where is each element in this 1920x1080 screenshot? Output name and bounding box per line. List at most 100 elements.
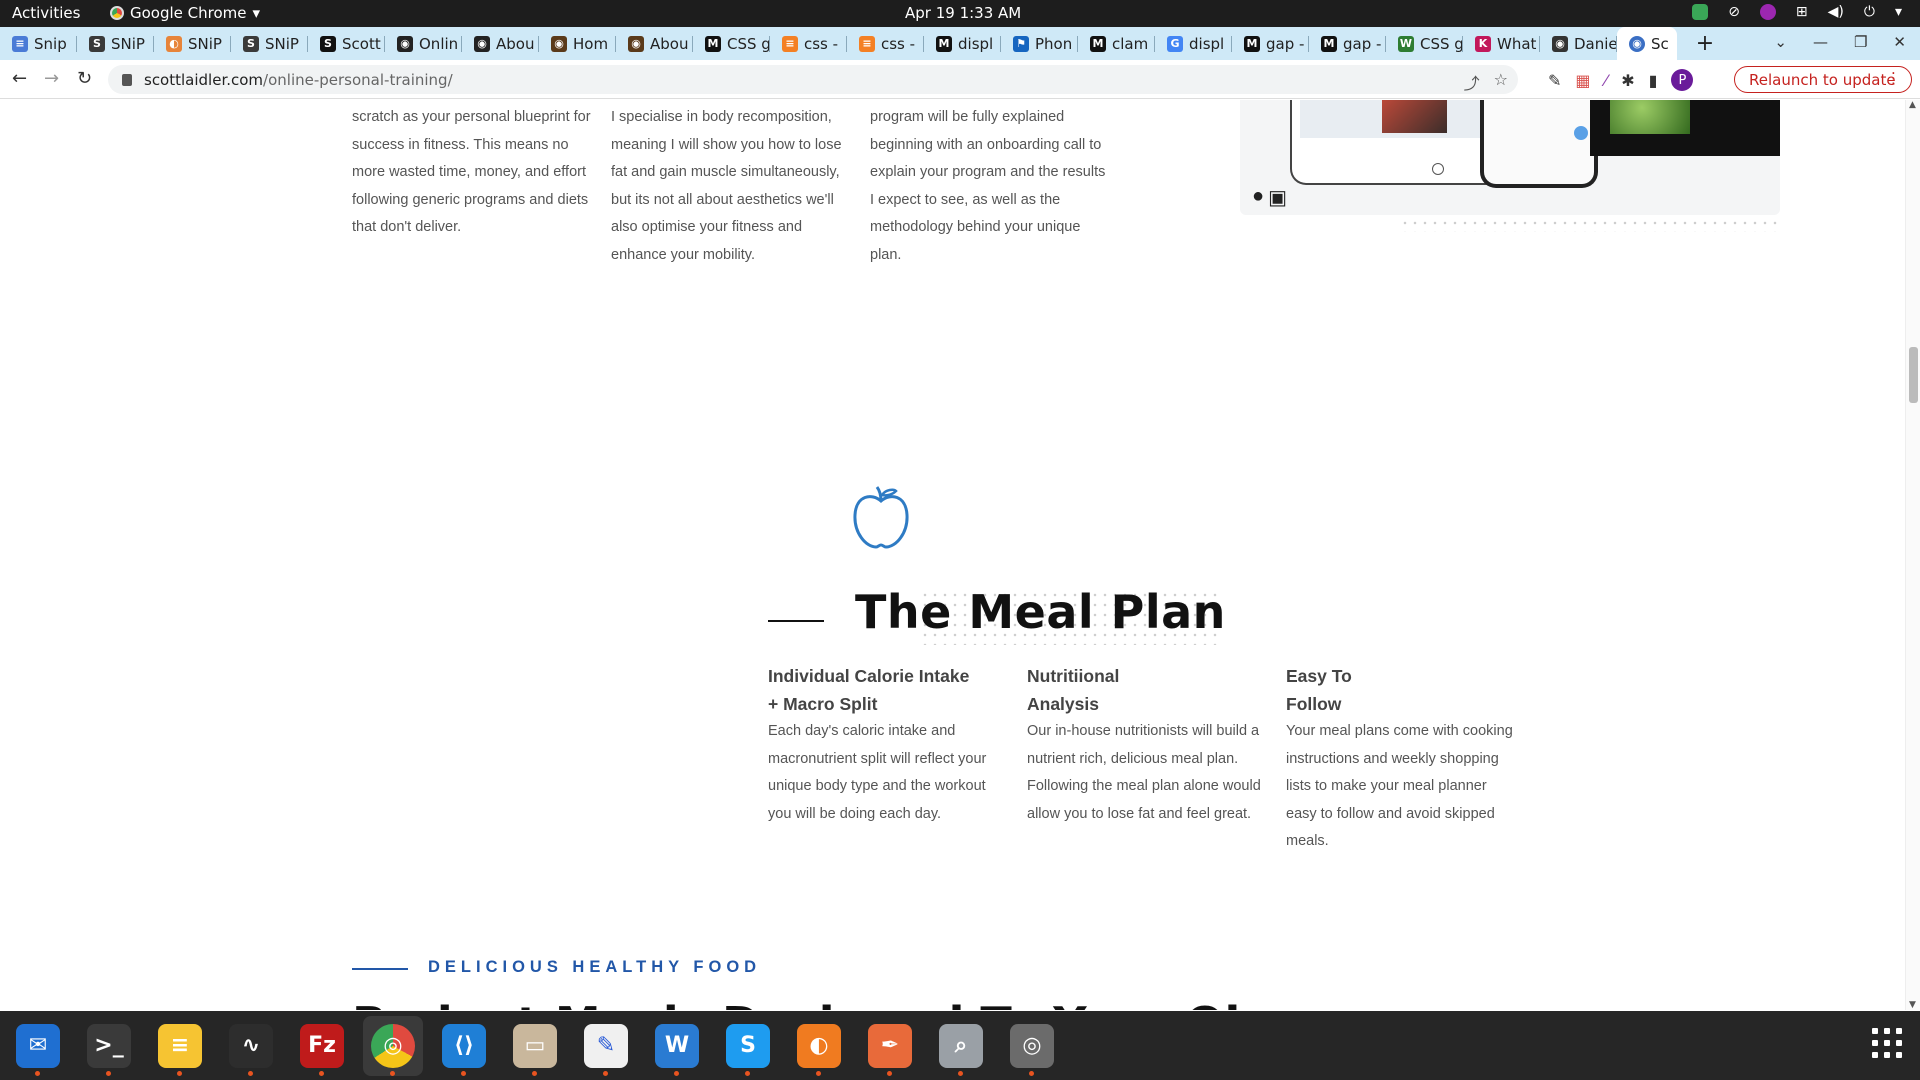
lock-icon[interactable] bbox=[122, 73, 132, 86]
dock-image-viewer[interactable]: ⌕ bbox=[931, 1016, 991, 1076]
side-panel-icon[interactable]: ▮ bbox=[1649, 71, 1658, 90]
running-indicator bbox=[248, 1070, 253, 1076]
tab-title: Phon bbox=[1035, 34, 1073, 53]
tab-title: displ bbox=[958, 34, 994, 53]
bookmark-star-icon[interactable]: ☆ bbox=[1494, 70, 1508, 94]
app-menu[interactable]: Google Chrome ▾ bbox=[110, 4, 260, 22]
power-icon[interactable]: ⏻ bbox=[1864, 4, 1875, 20]
puzzle-extensions-icon[interactable]: ✱ bbox=[1621, 71, 1634, 90]
forward-icon[interactable]: → bbox=[44, 68, 59, 89]
tab-21[interactable]: ◉ Danie bbox=[1540, 27, 1617, 60]
tab-favicon-icon: ⚑ bbox=[1013, 35, 1029, 52]
tab-title: Snip bbox=[34, 34, 67, 53]
tab-3[interactable]: ◐ SNiP bbox=[154, 27, 231, 60]
tab-9[interactable]: ◉ Abou bbox=[616, 27, 693, 60]
share-icon[interactable]: ⤴ bbox=[1464, 70, 1480, 94]
tab-title: css - bbox=[804, 34, 839, 53]
tab-search-icon[interactable]: ⌄ bbox=[1774, 33, 1787, 51]
address-bar[interactable]: scottlaidler.com/online-personal-trainin… bbox=[108, 65, 1518, 94]
running-indicator bbox=[958, 1070, 963, 1076]
more-menu-icon[interactable]: ⋮ bbox=[1886, 69, 1901, 87]
dock-notes[interactable]: ≡ bbox=[150, 1016, 210, 1076]
activities-button[interactable]: Activities bbox=[12, 4, 80, 22]
tab-favicon-icon: ◉ bbox=[1629, 35, 1645, 52]
network-status-icon[interactable]: ⊘ bbox=[1728, 4, 1740, 20]
eyedropper-extension-icon[interactable]: ✎ bbox=[1548, 71, 1561, 90]
volume-icon[interactable]: ◀) bbox=[1828, 4, 1844, 20]
dock-skype[interactable]: S bbox=[718, 1016, 778, 1076]
url-domain: scottlaidler.com bbox=[144, 70, 264, 89]
scroll-up-icon[interactable]: ▲ bbox=[1909, 100, 1916, 110]
tab-7[interactable]: ◉ Abou bbox=[462, 27, 539, 60]
back-icon[interactable]: ← bbox=[12, 68, 27, 89]
update-indicator-icon[interactable] bbox=[1692, 4, 1709, 20]
tab-favicon-icon: M bbox=[936, 35, 952, 52]
clock[interactable]: Apr 19 1:33 AM bbox=[905, 4, 1021, 22]
devices-mockup-image bbox=[1240, 100, 1780, 215]
network-icon[interactable]: ⊞ bbox=[1796, 4, 1808, 20]
system-tray[interactable]: ⊘ ⊞ ◀) ⏻ ▾ bbox=[1692, 4, 1902, 20]
tab-18[interactable]: Mgap - bbox=[1309, 27, 1386, 60]
tab-8[interactable]: ◉ Hom bbox=[539, 27, 616, 60]
tab-2[interactable]: S SNiP bbox=[77, 27, 154, 60]
chevron-down-icon[interactable]: ▾ bbox=[1895, 4, 1902, 20]
tab-favicon-icon: M bbox=[1244, 35, 1260, 52]
tab-1[interactable]: ≡ Snip bbox=[0, 27, 77, 60]
dock-text-editor[interactable]: ✎ bbox=[576, 1016, 636, 1076]
tab-favicon-icon: ◉ bbox=[628, 35, 644, 52]
tab-title: Abou bbox=[496, 34, 535, 53]
tab-favicon-icon: S bbox=[89, 35, 105, 52]
dock-filezilla[interactable]: Fz bbox=[292, 1016, 352, 1076]
image-viewer-icon: ⌕ bbox=[939, 1023, 983, 1068]
tab-19[interactable]: W CSS g bbox=[1386, 27, 1463, 60]
dock-thunderbird[interactable]: ✉ bbox=[8, 1016, 68, 1076]
tab-13[interactable]: Mdispl bbox=[924, 27, 1001, 60]
tab-active[interactable]: ◉ Sc ✕ bbox=[1617, 27, 1677, 60]
tab-15[interactable]: Mclam bbox=[1078, 27, 1155, 60]
tab-5[interactable]: S Scott bbox=[308, 27, 385, 60]
page-scrollbar[interactable]: ▲ ▼ bbox=[1905, 100, 1920, 1010]
dock-inkscape[interactable]: ✒ bbox=[860, 1016, 920, 1076]
chevron-down-icon: ▾ bbox=[252, 4, 261, 22]
dock-terminal[interactable]: >_ bbox=[79, 1016, 139, 1076]
dock-libreoffice-writer[interactable]: W bbox=[647, 1016, 707, 1076]
dock-vscode[interactable]: ⟨⟩ bbox=[434, 1016, 494, 1076]
dock-system-monitor[interactable]: ∿ bbox=[221, 1016, 281, 1076]
url-path: /online-personal-training/ bbox=[263, 70, 453, 89]
restore-icon[interactable]: ❐ bbox=[1854, 33, 1867, 51]
dock-chrome[interactable]: ◎ bbox=[363, 1015, 423, 1076]
tab-title: Abou bbox=[650, 34, 689, 53]
tab-16[interactable]: Gdispl bbox=[1155, 27, 1232, 60]
tab-title: gap - bbox=[1343, 34, 1382, 53]
reload-icon[interactable]: ↻ bbox=[77, 68, 92, 89]
running-indicator bbox=[1029, 1070, 1034, 1076]
dock-files[interactable]: ▭ bbox=[505, 1016, 565, 1076]
relaunch-button[interactable]: Relaunch to update ⋮ bbox=[1734, 66, 1912, 93]
tab-11[interactable]: ≡ css - bbox=[770, 27, 847, 60]
extension-icon[interactable]: ▦ bbox=[1575, 71, 1590, 90]
intro-column-1: scratch as your personal blueprint for s… bbox=[352, 109, 591, 235]
android-logo-icon: ▣ bbox=[1268, 187, 1287, 209]
close-window-icon[interactable]: ✕ bbox=[1893, 33, 1906, 51]
show-applications-icon[interactable] bbox=[1872, 1028, 1902, 1058]
running-indicator bbox=[603, 1070, 608, 1076]
pen-extension-icon[interactable]: ⁄ bbox=[1605, 71, 1608, 90]
app-indicator-icon[interactable] bbox=[1759, 4, 1776, 20]
minimize-icon[interactable]: — bbox=[1813, 33, 1828, 51]
tab-title: Scott bbox=[342, 34, 381, 53]
tab-12[interactable]: ≡ css - bbox=[847, 27, 924, 60]
tab-17[interactable]: Mgap - bbox=[1232, 27, 1309, 60]
scrollbar-thumb[interactable] bbox=[1909, 347, 1918, 403]
tab-14[interactable]: ⚑ Phon bbox=[1001, 27, 1078, 60]
tab-4[interactable]: S SNiP bbox=[231, 27, 308, 60]
tab-10[interactable]: M CSS g bbox=[693, 27, 770, 60]
feature-body: Each day's caloric intake and macronutri… bbox=[768, 723, 987, 822]
tab-20[interactable]: K What bbox=[1463, 27, 1540, 60]
dock-blender[interactable]: ◐ bbox=[789, 1016, 849, 1076]
new-tab-button[interactable]: + bbox=[1685, 31, 1725, 56]
dock-disks[interactable]: ◎ bbox=[1002, 1016, 1062, 1076]
profile-avatar[interactable]: P bbox=[1671, 69, 1694, 91]
scroll-down-icon[interactable]: ▼ bbox=[1909, 1000, 1916, 1010]
tab-6[interactable]: ◉ Onlin bbox=[385, 27, 462, 60]
tab-title: SNiP bbox=[111, 34, 145, 53]
